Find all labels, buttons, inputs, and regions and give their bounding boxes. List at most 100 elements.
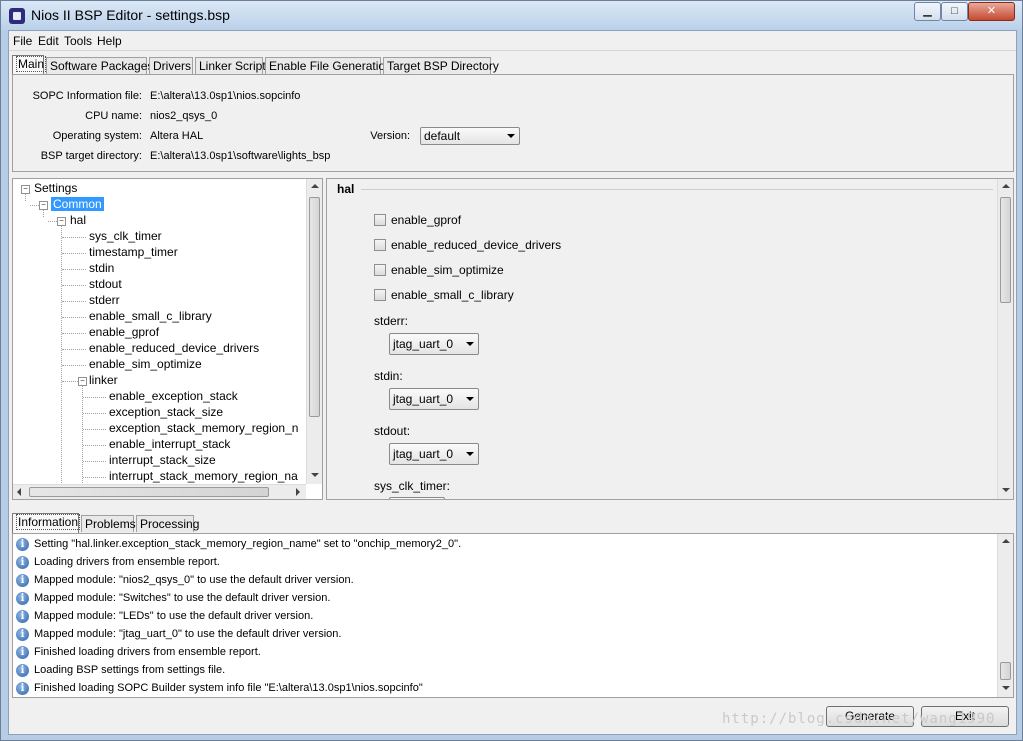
group-title: hal — [337, 182, 355, 196]
tree-leaf[interactable]: stdin — [89, 261, 114, 275]
tree-node-common-label: Common — [51, 197, 104, 211]
os-value: Altera HAL — [150, 130, 204, 142]
stdin-label: stdin: — [374, 369, 403, 383]
enable-gprof-checkbox[interactable] — [374, 214, 386, 226]
scroll-thumb[interactable] — [1000, 662, 1011, 680]
cpu-value: nios2_qsys_0 — [150, 110, 218, 122]
stdout-select[interactable]: jtag_uart_0 — [389, 443, 479, 465]
info-icon: i — [16, 628, 29, 641]
app-icon — [9, 8, 25, 24]
tree-leaf[interactable]: stdout — [89, 277, 122, 291]
log-message: Setting "hal.linker.exception_stack_memo… — [34, 538, 462, 550]
props-vertical-scrollbar[interactable] — [997, 179, 1013, 499]
scroll-right-icon[interactable] — [296, 488, 300, 496]
tree-leaf[interactable]: interrupt_stack_size — [109, 453, 216, 467]
scroll-down-icon[interactable] — [1002, 686, 1010, 690]
tree-node-linker[interactable]: linker — [89, 373, 118, 387]
chevron-down-icon — [507, 134, 515, 138]
tab-software-packages[interactable]: Software Packages — [46, 57, 153, 74]
sys-clk-timer-label: sys_clk_timer: — [374, 479, 451, 493]
log-message: Mapped module: "nios2_qsys_0" to use the… — [34, 574, 354, 586]
tree-leaf[interactable]: enable_reduced_device_drivers — [89, 341, 259, 355]
collapse-icon[interactable]: − — [57, 217, 66, 226]
sopc-value: E:\altera\13.0sp1\nios.sopcinfo — [150, 90, 301, 102]
version-label: Version: — [370, 130, 410, 142]
stderr-label: stderr: — [374, 314, 409, 328]
tab-processing[interactable]: Processing — [136, 515, 199, 532]
stdout-select-value: jtag_uart_0 — [393, 447, 454, 461]
minimize-button[interactable]: ▁ — [914, 2, 941, 21]
title-bar[interactable]: Nios II BSP Editor - settings.bsp ▁ □ ✕ — [1, 1, 1022, 31]
log-message: Mapped module: "Switches" to use the def… — [34, 592, 331, 604]
info-icon: i — [16, 610, 29, 623]
enable-sim-optimize-checkbox[interactable] — [374, 264, 386, 276]
tree-node-settings[interactable]: Settings — [34, 181, 77, 195]
tab-information-label: Information — [16, 514, 81, 530]
scroll-up-icon[interactable] — [311, 184, 319, 188]
properties-pane: hal enable_gprof enable_reduced_device_d… — [326, 178, 1014, 500]
tab-main[interactable]: Main — [12, 55, 47, 75]
bsp-dir-value: E:\altera\13.0sp1\software\lights_bsp — [150, 150, 331, 162]
enable-reduced-device-drivers-checkbox[interactable] — [374, 239, 386, 251]
settings-tree: − Settings − Common − hal sys_clk_timer … — [12, 178, 323, 500]
close-button[interactable]: ✕ — [968, 2, 1015, 21]
tree-leaf[interactable]: stderr — [89, 293, 120, 307]
tree-horizontal-scrollbar[interactable] — [13, 484, 306, 499]
tab-information[interactable]: Information — [12, 513, 81, 533]
stderr-select[interactable]: jtag_uart_0 — [389, 333, 479, 355]
scroll-down-icon[interactable] — [311, 473, 319, 477]
log-message: Mapped module: "jtag_uart_0" to use the … — [34, 628, 342, 640]
app-window: Nios II BSP Editor - settings.bsp ▁ □ ✕ … — [0, 0, 1023, 741]
scroll-up-icon[interactable] — [1002, 184, 1010, 188]
tree-node-common[interactable]: Common — [51, 197, 104, 211]
collapse-icon[interactable]: − — [78, 377, 87, 386]
tab-enable-file-generation[interactable]: Enable File Generation — [265, 57, 392, 74]
stdin-select[interactable]: jtag_uart_0 — [389, 388, 479, 410]
chevron-down-icon — [466, 397, 474, 401]
scroll-thumb[interactable] — [29, 487, 269, 497]
scroll-down-icon[interactable] — [1002, 488, 1010, 492]
tree-leaf[interactable]: enable_exception_stack — [109, 389, 238, 403]
maximize-button[interactable]: □ — [941, 2, 968, 21]
tree-leaf[interactable]: exception_stack_size — [109, 405, 223, 419]
enable-small-c-library-checkbox[interactable] — [374, 289, 386, 301]
message-log: i Setting "hal.linker.exception_stack_mem… — [12, 533, 1014, 698]
tree-leaf[interactable]: interrupt_stack_memory_region_na — [109, 469, 298, 483]
collapse-icon[interactable]: − — [39, 201, 48, 210]
scroll-thumb[interactable] — [309, 197, 320, 417]
version-select-value: default — [424, 129, 461, 143]
tree-leaf[interactable]: sys_clk_timer — [89, 229, 162, 243]
sys-clk-timer-select[interactable] — [389, 497, 445, 499]
chevron-down-icon — [466, 342, 474, 346]
tree-leaf[interactable]: enable_interrupt_stack — [109, 437, 230, 451]
client-area: File Edit Tools Help Main Software Packa… — [8, 30, 1017, 735]
scroll-up-icon[interactable] — [1002, 539, 1010, 543]
tab-target-bsp-directory[interactable]: Target BSP Directory — [383, 57, 499, 74]
tab-drivers[interactable]: Drivers — [149, 57, 193, 74]
tab-linker-script[interactable]: Linker Script — [195, 57, 266, 74]
tree-leaf[interactable]: enable_gprof — [89, 325, 159, 339]
stdout-label: stdout: — [374, 424, 411, 438]
tab-main-label: Main — [16, 56, 47, 72]
menu-edit[interactable]: Edit — [38, 34, 59, 48]
tab-problems[interactable]: Problems — [81, 515, 136, 532]
checkbox-label: enable_small_c_library — [391, 288, 514, 302]
menu-tools[interactable]: Tools — [64, 34, 92, 48]
version-select[interactable]: default — [420, 127, 520, 145]
collapse-icon[interactable]: − — [21, 185, 30, 194]
menu-file[interactable]: File — [13, 34, 32, 48]
watermark-text: http://blog.csdn.net/wang1990 — [722, 711, 996, 727]
tree-vertical-scrollbar[interactable] — [306, 179, 322, 484]
cpu-label: CPU name: — [85, 110, 142, 122]
scroll-left-icon[interactable] — [17, 488, 21, 496]
tree-leaf[interactable]: timestamp_timer — [89, 245, 178, 259]
checkbox-label: enable_sim_optimize — [391, 263, 504, 277]
menu-help[interactable]: Help — [97, 34, 122, 48]
tree-leaf[interactable]: enable_small_c_library — [89, 309, 212, 323]
tree-leaf[interactable]: exception_stack_memory_region_n — [109, 421, 298, 435]
scroll-thumb[interactable] — [1000, 197, 1011, 303]
log-vertical-scrollbar[interactable] — [997, 534, 1013, 697]
tree-node-hal[interactable]: hal — [70, 213, 86, 227]
tree-leaf[interactable]: enable_sim_optimize — [89, 357, 202, 371]
chevron-down-icon — [466, 452, 474, 456]
